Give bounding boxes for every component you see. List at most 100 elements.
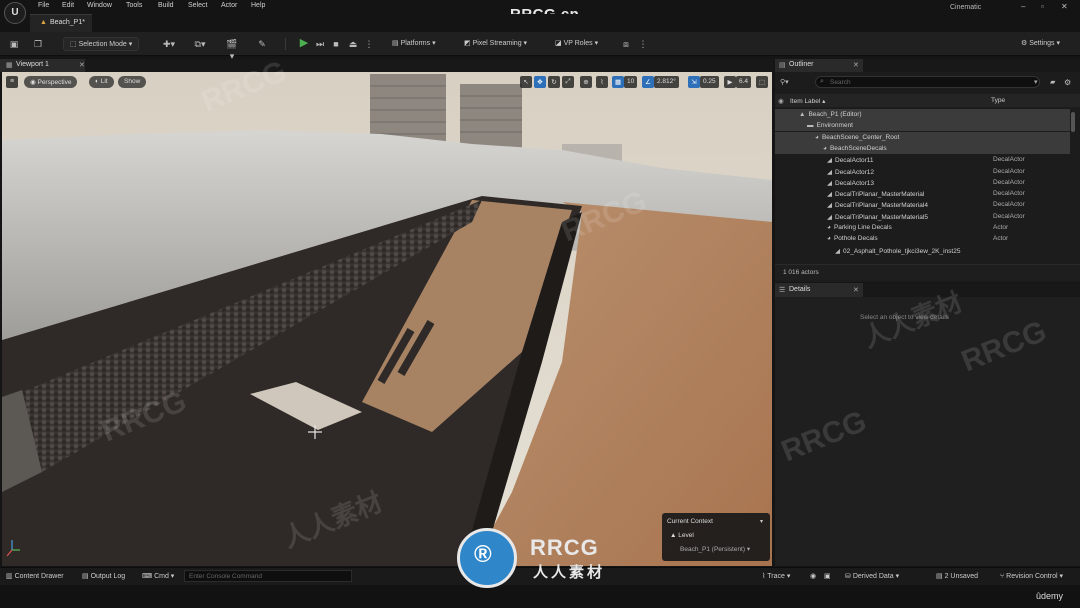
viewport-tab-bar	[0, 59, 773, 72]
derived-data-button[interactable]: ⛁ Derived Data ▾	[845, 572, 899, 580]
grid-snap-value[interactable]: 10	[624, 76, 638, 88]
stop-icon[interactable]: ■	[330, 38, 342, 50]
screenshot-icon[interactable]: ▣	[824, 572, 831, 580]
outliner-tab[interactable]: Outliner	[775, 59, 863, 72]
details-tab[interactable]: Details	[775, 283, 863, 297]
show-button[interactable]: Show	[118, 76, 147, 88]
virtual-production-icon[interactable]: ⧈	[620, 38, 632, 50]
pixel-streaming-icon: ◩	[464, 40, 473, 47]
trace-button[interactable]: ⌇ Trace ▾	[762, 572, 790, 580]
outliner-row[interactable]: ◢ DecalActor13 DecalActor	[775, 177, 1070, 188]
viewport-tab[interactable]: Viewport 1	[0, 59, 85, 72]
camera-speed-value[interactable]: 6.4	[736, 76, 752, 88]
record-icon[interactable]: ◉	[810, 572, 816, 580]
scale-snap-value[interactable]: 0.25	[700, 76, 719, 88]
outliner-row[interactable]: ◕ Parking Line Decals Actor	[775, 222, 1070, 233]
close-icon[interactable]: ✕	[1061, 2, 1068, 11]
maximize-icon[interactable]: ▫	[1041, 2, 1044, 11]
outliner-row[interactable]: ▲ Beach_P1 (Editor)	[775, 109, 1070, 120]
rotation-snap-value[interactable]: 2.812°	[654, 76, 679, 88]
menu-select[interactable]: Select	[188, 2, 207, 9]
add-actor-icon[interactable]: ✚▾	[163, 38, 175, 50]
modes-icon[interactable]: ✎	[256, 38, 268, 50]
camera-speed-icon[interactable]: ▶	[724, 76, 736, 88]
world-space-icon[interactable]: ⊕	[580, 76, 592, 88]
outliner-row[interactable]: ◕ BeachSceneDecals	[775, 142, 1070, 154]
menu-edit[interactable]: Edit	[62, 2, 74, 9]
minimize-icon[interactable]: –	[1021, 2, 1025, 11]
outliner-row[interactable]: ◢ 02_Asphalt_Pothole_tjkci3ew_2K_inst25	[775, 245, 1070, 256]
main-toolbar	[0, 32, 1080, 56]
add-folder-icon[interactable]: ▰	[1050, 78, 1055, 86]
vp-roles-button[interactable]: ◪ VP Roles ▾	[555, 39, 598, 47]
revision-control-button[interactable]: ⑂ Revision Control ▾	[1000, 572, 1063, 580]
scale-tool-icon[interactable]: ⤢	[562, 76, 574, 88]
menu-help[interactable]: Help	[251, 2, 265, 9]
rotate-tool-icon[interactable]: ↻	[548, 76, 560, 88]
decal-icon: ◢	[827, 191, 832, 199]
menu-actor[interactable]: Actor	[221, 2, 237, 9]
more-options-icon[interactable]: ⋮	[637, 38, 649, 50]
outliner-scrollbar[interactable]	[1071, 112, 1075, 132]
vp-roles-icon: ◪	[555, 40, 564, 47]
cinematics-icon[interactable]: 🎬▾	[226, 38, 238, 61]
grid-snap-icon[interactable]: ▦	[612, 76, 625, 88]
visibility-eye-icon[interactable]: ◉	[778, 97, 784, 105]
document-tab[interactable]: ▲ Beach_P1*	[30, 14, 92, 32]
outliner-row[interactable]: ◕ BeachScene_Center_Root	[775, 131, 1070, 143]
rotation-snap-icon[interactable]: ∠	[642, 76, 654, 88]
step-icon[interactable]: ⏭	[314, 38, 326, 50]
unreal-logo-icon[interactable]: U	[4, 2, 26, 24]
outliner-row[interactable]: ◢ DecalTriPlanar_MasterMaterial4 DecalActo…	[775, 199, 1070, 210]
level-viewport[interactable]: ≡ ◉ Perspective ◐ Lit Show ↖ ✥ ↻ ⤢ ⊕ ⌇ ▦…	[2, 72, 772, 566]
settings-button[interactable]: ⚙ Settings ▾	[1021, 39, 1060, 47]
menu-tools[interactable]: Tools	[126, 2, 142, 9]
column-type[interactable]: Type	[991, 97, 1005, 104]
pixel-streaming-button[interactable]: ◩ Pixel Streaming ▾	[464, 39, 527, 47]
close-tab-icon[interactable]: ✕	[79, 61, 85, 69]
platforms-button[interactable]: ▤ Platforms ▾	[392, 39, 436, 47]
lit-button[interactable]: ◐ Lit	[89, 76, 114, 88]
more-options-icon[interactable]: ⋮	[363, 38, 375, 50]
outliner-row[interactable]: ◢ DecalTriPlanar_MasterMaterial5 DecalActo…	[775, 211, 1070, 222]
column-item-label[interactable]: Item Label ▴	[790, 97, 825, 105]
save-icon[interactable]: ▣	[8, 38, 20, 50]
chevron-down-icon[interactable]: ▾	[1034, 78, 1038, 86]
content-browser-icon[interactable]: ❐	[32, 38, 44, 50]
unsaved-button[interactable]: ▤ 2 Unsaved	[936, 572, 978, 580]
context-level-dropdown[interactable]: Beach_P1 (Persistent) ▾	[680, 545, 750, 553]
maximize-viewport-icon[interactable]: ⬚	[756, 76, 769, 88]
chevron-down-icon[interactable]: ▾	[760, 518, 763, 525]
console-input[interactable]: Enter Console Command	[184, 570, 352, 582]
content-drawer-button[interactable]: ▥ Content Drawer	[6, 572, 64, 580]
menu-window[interactable]: Window	[87, 2, 112, 9]
viewport-menu-icon[interactable]: ≡	[6, 76, 18, 88]
output-log-icon: ▤	[82, 573, 91, 580]
menu-build[interactable]: Build	[158, 2, 174, 9]
translate-tool-icon[interactable]: ✥	[534, 76, 546, 88]
outliner-row[interactable]: ◢ DecalActor12 DecalActor	[775, 166, 1070, 177]
close-tab-icon[interactable]: ✕	[853, 286, 859, 294]
outliner-row[interactable]: ◕ Pothole Decals Actor	[775, 233, 1070, 244]
surface-snap-icon[interactable]: ⌇	[596, 76, 608, 88]
outliner-row[interactable]: ◢ DecalTriPlanar_MasterMaterial DecalActor	[775, 188, 1070, 199]
output-log-button[interactable]: ▤ Output Log	[82, 572, 125, 580]
outliner-icon: ▤	[779, 62, 786, 69]
platforms-icon: ▤	[392, 40, 401, 47]
blueprint-icon[interactable]: ⧉▾	[194, 38, 206, 50]
outliner-search-input[interactable]: Search	[815, 76, 1040, 88]
scale-snap-icon[interactable]: ⇲	[688, 76, 700, 88]
cmd-dropdown[interactable]: ⌨ Cmd ▾	[142, 572, 174, 580]
selection-mode-button[interactable]: ⬚ Selection Mode ▾	[63, 37, 140, 51]
outliner-row[interactable]: ◢ DecalActor11 DecalActor	[775, 154, 1070, 165]
close-tab-icon[interactable]: ✕	[853, 61, 859, 69]
perspective-button[interactable]: ◉ Perspective	[24, 76, 78, 88]
menu-file[interactable]: File	[38, 2, 49, 9]
layout-name[interactable]: Cinematic	[950, 4, 981, 11]
play-icon[interactable]: ▶	[298, 37, 310, 49]
gear-icon[interactable]: ⚙	[1064, 78, 1071, 87]
eject-icon[interactable]: ⏏	[347, 38, 359, 50]
outliner-row[interactable]: ▬ Environment	[775, 120, 1070, 132]
filter-icon[interactable]: ⚲▾	[780, 78, 789, 86]
select-tool-icon[interactable]: ↖	[520, 76, 532, 88]
